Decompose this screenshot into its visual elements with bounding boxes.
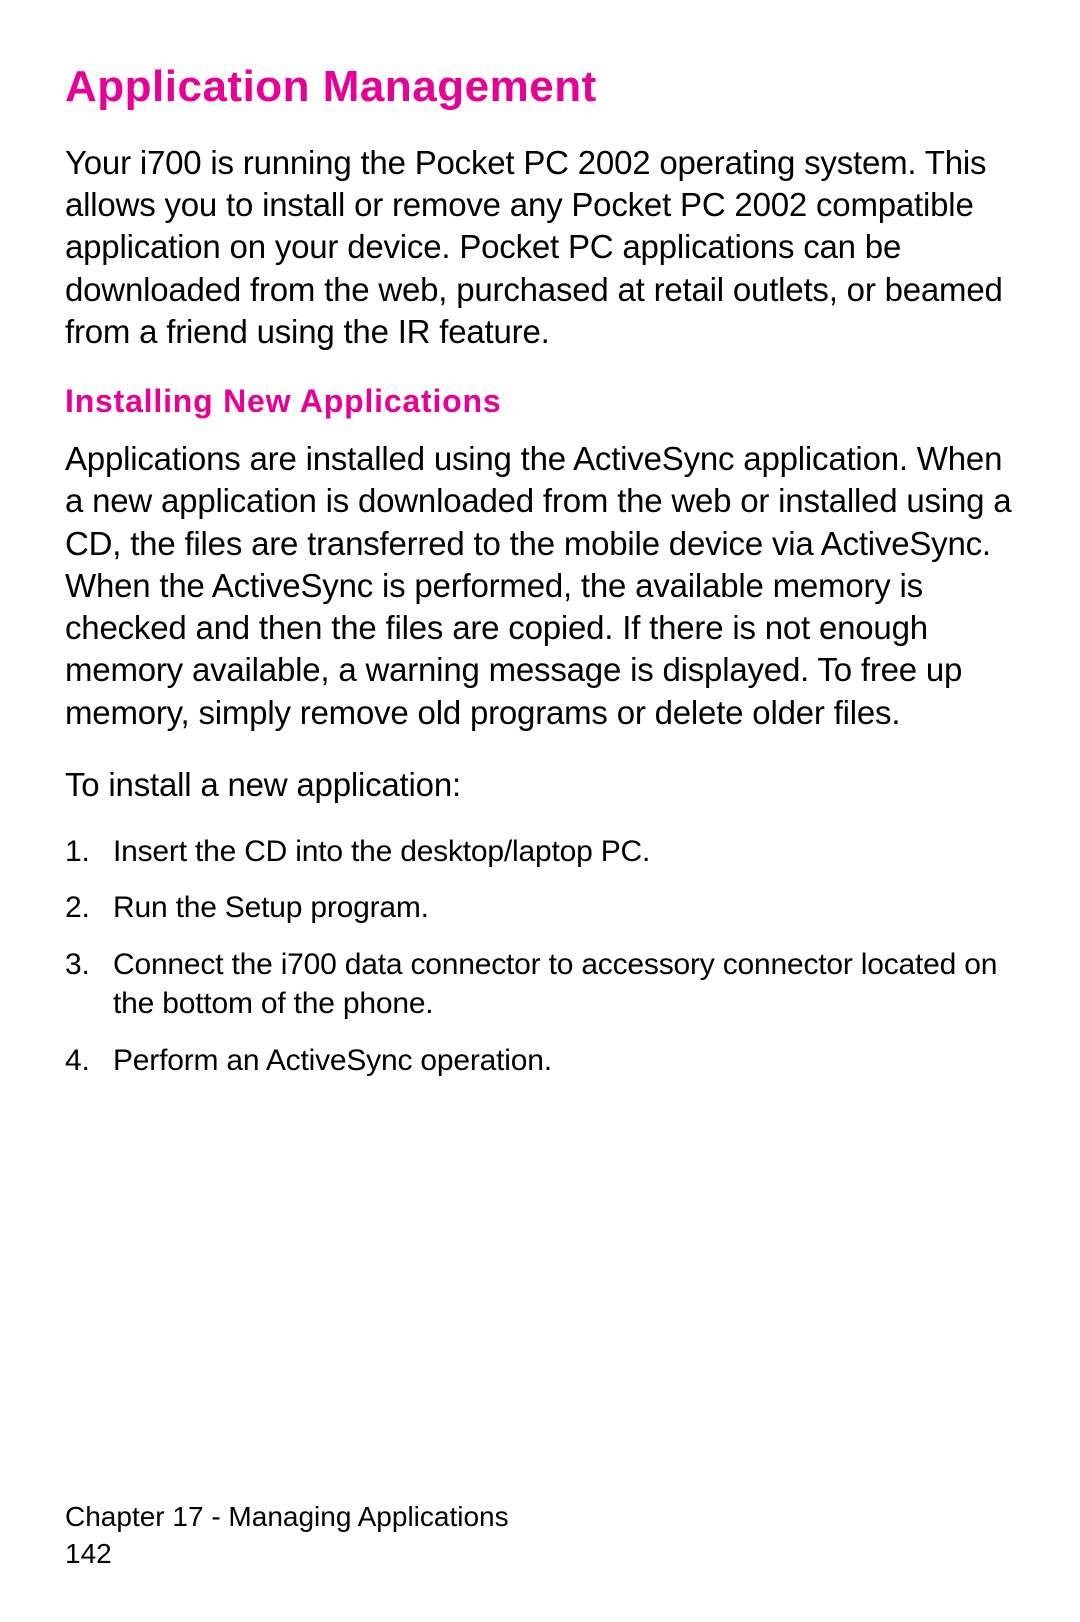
subsection-heading: Installing New Applications <box>65 383 1020 420</box>
list-item: Perform an ActiveSync operation. <box>65 1041 1020 1081</box>
steps-lead-in: To install a new application: <box>65 764 1020 807</box>
chapter-label: Chapter 17 - Managing Applications <box>65 1499 509 1535</box>
list-item: Insert the CD into the desktop/laptop PC… <box>65 832 1020 872</box>
page-footer: Chapter 17 - Managing Applications 142 <box>65 1499 509 1572</box>
install-steps-list: Insert the CD into the desktop/laptop PC… <box>65 832 1020 1081</box>
install-paragraph: Applications are installed using the Act… <box>65 438 1020 734</box>
list-item: Run the Setup program. <box>65 888 1020 928</box>
intro-paragraph: Your i700 is running the Pocket PC 2002 … <box>65 142 1020 353</box>
section-heading: Application Management <box>65 62 1020 112</box>
list-item: Connect the i700 data connector to acces… <box>65 945 1020 1024</box>
page-number: 142 <box>65 1536 509 1572</box>
